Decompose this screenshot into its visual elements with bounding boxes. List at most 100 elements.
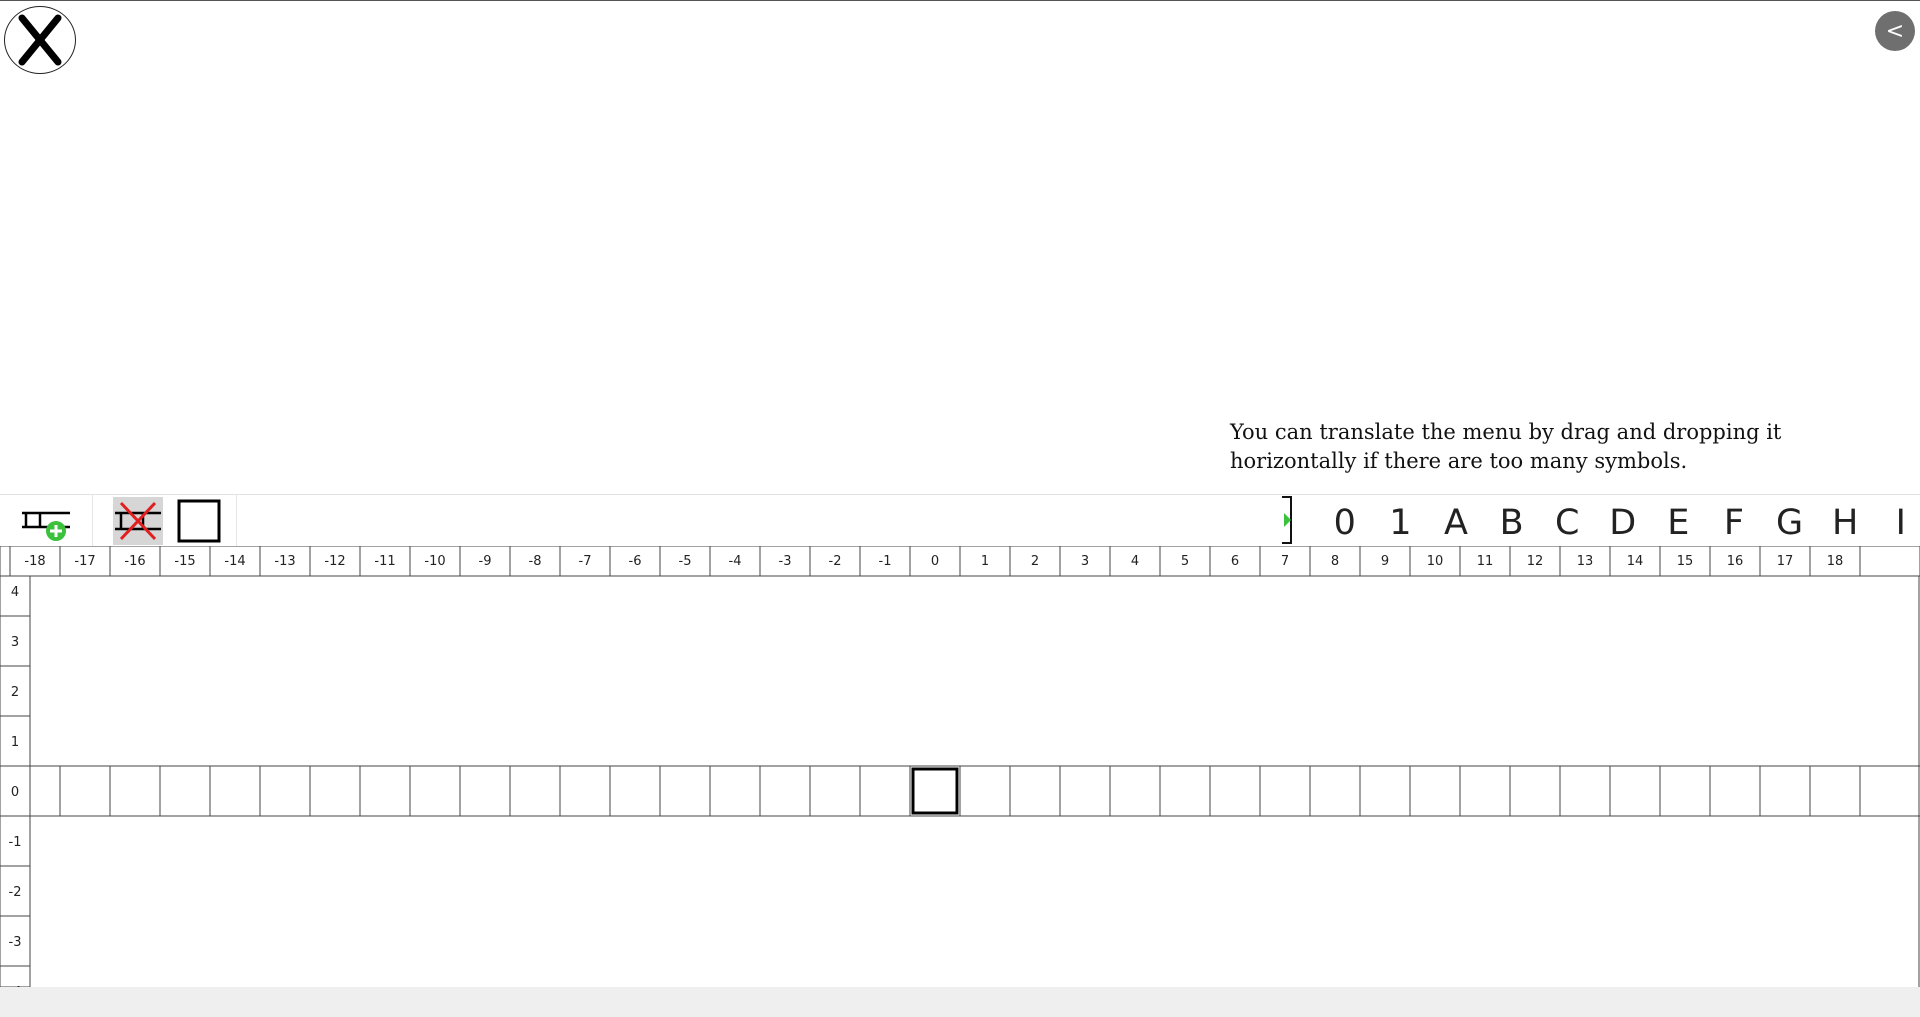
column-label: 8 [1331,554,1339,569]
tape-cell[interactable] [510,766,560,816]
symbol-item[interactable]: I [1873,495,1920,547]
tape-cell[interactable] [710,766,760,816]
tape-cell[interactable] [310,766,360,816]
column-label: 14 [1627,554,1644,569]
row-label: -1 [9,835,22,850]
tape-cell[interactable] [960,766,1010,816]
symbol-item[interactable]: G [1762,495,1818,547]
add-tape-button[interactable] [0,495,93,547]
drag-hint-text: You can translate the menu by drag and d… [1230,420,1782,473]
toolbar-divider [236,495,237,547]
tape-cell[interactable] [1160,766,1210,816]
tape-cell[interactable] [360,766,410,816]
tape-cell[interactable] [760,766,810,816]
tape-cell[interactable] [1210,766,1260,816]
symbol-item[interactable]: B [1484,495,1540,547]
tape-cell[interactable] [1010,766,1060,816]
column-label: 15 [1677,554,1694,569]
column-label: -4 [729,554,742,569]
row-label: -2 [9,885,22,900]
tape-cell[interactable] [160,766,210,816]
column-label: 5 [1181,554,1189,569]
symbol-item[interactable]: E [1651,495,1707,547]
square-tool-button[interactable] [176,498,222,544]
column-label: 3 [1081,554,1089,569]
column-label: -12 [324,554,345,569]
row-label: 0 [11,785,19,800]
tape-cell[interactable] [1610,766,1660,816]
back-button[interactable]: < [1875,11,1915,51]
row-label: 1 [11,735,19,750]
column-label: -9 [479,554,492,569]
tape-cell[interactable] [260,766,310,816]
back-icon: < [1885,18,1905,44]
tape-cell[interactable] [1260,766,1310,816]
tape-cell[interactable] [1660,766,1710,816]
tape-cell[interactable] [30,766,60,816]
tape-cell[interactable] [60,766,110,816]
toolbar: 01ABCDEFGHI [0,494,1920,547]
column-label: 1 [981,554,989,569]
row-label: 3 [11,635,19,650]
tape-cell[interactable] [1310,766,1360,816]
column-label: -17 [74,554,95,569]
bottom-bar [0,987,1920,1017]
tape-cell[interactable] [1810,766,1860,816]
symbol-item[interactable]: 0 [1317,495,1373,547]
tape-cell[interactable] [110,766,160,816]
tape-cell[interactable] [660,766,710,816]
tape-cell[interactable] [910,766,960,816]
tape-cell[interactable] [1510,766,1560,816]
symbol-item[interactable]: H [1817,495,1873,547]
tape-cell[interactable] [460,766,510,816]
tape-cell[interactable] [610,766,660,816]
column-label: 6 [1231,554,1239,569]
symbol-item[interactable]: F [1706,495,1762,547]
tape-cell[interactable] [860,766,910,816]
tape-cell[interactable] [1710,766,1760,816]
tape-cell[interactable] [810,766,860,816]
tape-cell[interactable] [1560,766,1610,816]
close-button[interactable] [4,6,76,74]
symbol-menu[interactable]: 01ABCDEFGHI [1279,495,1920,547]
column-label: -7 [579,554,592,569]
symbols-row: 01ABCDEFGHI [1317,495,1920,547]
tape-cell[interactable] [1410,766,1460,816]
column-label: 16 [1727,554,1744,569]
column-label: -5 [679,554,692,569]
square-icon [177,499,221,543]
tape-grid[interactable]: -19-18-17-16-15-14-13-12-11-10-9-8-7-6-5… [0,546,1920,987]
tape-cell[interactable] [1360,766,1410,816]
symbol-item[interactable]: A [1428,495,1484,547]
column-label: 4 [1131,554,1139,569]
column-label: -2 [829,554,842,569]
column-label: 9 [1381,554,1389,569]
column-label: -15 [174,554,195,569]
column-label: -8 [529,554,542,569]
tape-cell[interactable] [410,766,460,816]
row-label: 2 [11,685,19,700]
column-label: 18 [1827,554,1844,569]
tape-cell[interactable] [1110,766,1160,816]
tape-cell[interactable] [210,766,260,816]
column-label: 7 [1281,554,1289,569]
column-label: -14 [224,554,245,569]
symbol-item[interactable]: D [1595,495,1651,547]
row-label: 4 [11,585,19,600]
row-label: -3 [9,935,22,950]
tape-cell[interactable] [1460,766,1510,816]
column-label: -18 [24,554,45,569]
column-label: 12 [1527,554,1544,569]
top-border [0,0,1920,1]
column-label: -3 [779,554,792,569]
column-label: -10 [424,554,445,569]
symbol-item[interactable]: 1 [1373,495,1429,547]
tape-cell[interactable] [560,766,610,816]
drag-handle-icon[interactable] [1281,495,1293,545]
tape-cell[interactable] [1760,766,1810,816]
column-label: -11 [374,554,395,569]
remove-tape-button[interactable] [113,497,163,545]
tape-cell[interactable] [1060,766,1110,816]
symbol-item[interactable]: C [1539,495,1595,547]
column-label: -13 [274,554,295,569]
